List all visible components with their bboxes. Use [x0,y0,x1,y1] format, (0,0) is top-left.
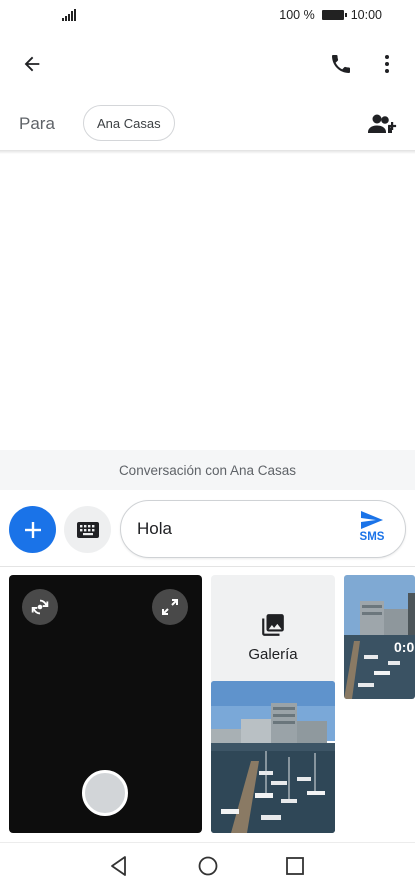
conversation-banner: Conversación con Ana Casas [0,450,415,490]
camera-preview[interactable] [9,575,202,833]
add-recipient-button[interactable] [365,106,401,142]
call-button[interactable] [323,46,359,82]
back-button[interactable] [14,46,50,82]
plus-icon [24,521,41,538]
keyboard-icon [76,521,99,538]
phone-icon [332,55,350,73]
battery-icon [321,10,347,20]
to-label: Para [19,114,55,133]
marina-video-frame [344,575,415,699]
nav-back-icon[interactable] [108,855,130,877]
nav-home-icon[interactable] [197,855,219,877]
app-bar [0,36,415,92]
gallery-icon [262,613,284,636]
system-nav-bar [0,842,415,890]
video-duration: 0:0 [394,639,415,655]
status-bar: 100 % 10:00 [0,0,415,32]
switch-camera-button[interactable] [22,589,58,625]
message-input[interactable]: Hola [137,519,172,539]
signal-icon [62,9,76,21]
attach-button[interactable] [9,506,56,553]
more-vert-icon [385,55,389,73]
status-right: 100 % 10:00 [279,8,382,22]
more-options-button[interactable] [369,46,405,82]
compose-divider [0,566,415,567]
shutter-button[interactable] [82,770,128,816]
photo-thumbnail[interactable] [211,681,335,833]
recipients-row: Para Ana Casas [0,100,415,150]
battery-percent: 100 % [279,8,315,22]
header-divider [0,150,415,154]
nav-recents-icon[interactable] [285,856,305,876]
send-type-label: SMS [359,531,385,543]
clock: 10:00 [350,8,382,22]
expand-camera-button[interactable] [152,589,188,625]
add-person-icon [368,114,397,133]
recipient-chip[interactable]: Ana Casas [83,105,175,141]
keyboard-button[interactable] [64,506,111,553]
marina-photo [211,681,335,833]
camera-switch-icon [31,599,49,615]
send-icon [361,511,383,529]
back-arrow-icon [24,56,40,72]
gallery-label: Galería [248,645,298,663]
send-sms-button[interactable]: SMS [355,510,389,550]
recipient-chip-label: Ana Casas [97,115,161,131]
message-field[interactable]: Hola SMS [120,500,406,558]
compose-bar: Hola SMS [0,496,415,562]
video-thumbnail[interactable]: 0:0 [344,575,415,699]
expand-icon [162,599,178,615]
